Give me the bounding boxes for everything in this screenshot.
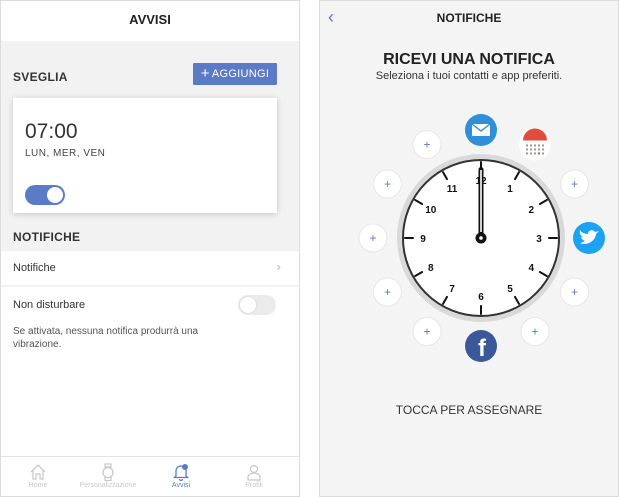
tab-home[interactable]: Home — [8, 457, 68, 496]
tab-label: Personalizzazione — [79, 482, 137, 489]
add-alarm-label: AGGIUNGI — [211, 68, 270, 80]
notifications-row[interactable]: Notifiche › — [1, 251, 299, 285]
add-app-slot-button[interactable]: + — [560, 169, 590, 199]
plus-icon: + — [384, 177, 391, 191]
plus-icon: + — [384, 285, 391, 299]
alarm-card[interactable]: 07:00 LUN, MER, VEN — [13, 98, 277, 213]
notifications-section-title: NOTIFICHE — [13, 230, 81, 244]
tap-to-assign-hint: TOCCA PER ASSEGNARE — [395, 403, 543, 417]
notifications-screen: NOTIFICHE ‹ RICEVI UNA NOTIFICA Selezion… — [319, 0, 619, 497]
alarm-time: 07:00 — [25, 120, 78, 143]
tab-label: Profili — [245, 482, 263, 489]
plus-icon: + — [423, 137, 430, 151]
tab-bar: Home Personalizzazione Avvisi Profili — [1, 456, 299, 496]
toggle-knob — [47, 187, 63, 203]
plus-icon: + — [571, 285, 578, 299]
add-app-slot-button[interactable]: + — [358, 223, 388, 253]
add-alarm-button[interactable]: + AGGIUNGI — [193, 63, 277, 85]
clock-number: 2 — [528, 205, 534, 216]
alarm-days: LUN, MER, VEN — [25, 148, 106, 159]
plus-icon: + — [571, 177, 578, 191]
clock-number: 4 — [528, 263, 534, 274]
clock-number: 6 — [478, 292, 484, 303]
add-app-slot-button[interactable]: + — [372, 169, 402, 199]
svg-text:f: f — [478, 335, 487, 362]
clock-number: 7 — [449, 284, 455, 295]
alerts-screen: AVVISI SVEGLIA + AGGIUNGI 07:00 LUN, MER,… — [0, 0, 300, 497]
clock-number: 10 — [425, 205, 437, 216]
home-icon — [30, 464, 46, 480]
add-app-slot-button[interactable]: + — [412, 129, 442, 159]
notifications-row-label: Notifiche — [13, 262, 56, 274]
calendar-icon[interactable] — [519, 128, 551, 161]
dnd-label: Non disturbare — [13, 299, 86, 311]
add-app-slot-button[interactable]: + — [412, 317, 442, 347]
clock-number: 8 — [428, 263, 434, 274]
alarm-section-title: SVEGLIA — [13, 70, 68, 84]
plus-icon: + — [423, 325, 430, 339]
clock-number: 5 — [507, 284, 513, 295]
dnd-description: Se attivata, nessuna notifica produrrà u… — [13, 326, 199, 350]
tab-label: Home — [28, 482, 48, 489]
clock-number: 9 — [420, 234, 426, 245]
twitter-icon[interactable] — [573, 222, 605, 254]
clock-number: 1 — [507, 184, 513, 195]
chevron-right-icon: › — [276, 259, 281, 274]
mail-icon[interactable] — [465, 114, 497, 146]
screen-title: AVVISI — [1, 1, 299, 41]
add-app-slot-button[interactable]: + — [520, 317, 550, 347]
plus-icon: + — [369, 231, 376, 245]
tab-alerts[interactable]: Avvisi — [151, 457, 211, 496]
clock-assignment-dial: ++++++++ 121234567891011 f — [358, 114, 605, 362]
clock-number: 11 — [447, 184, 458, 195]
plus-icon: + — [200, 65, 210, 82]
facebook-icon[interactable]: f — [465, 330, 497, 362]
add-app-slot-button[interactable]: + — [560, 277, 590, 307]
clock-number: 3 — [536, 234, 542, 245]
tab-personalization[interactable]: Personalizzazione — [78, 457, 138, 496]
watch-icon — [102, 463, 114, 481]
add-app-slot-button[interactable]: + — [372, 277, 402, 307]
bell-icon — [172, 464, 190, 481]
alarm-toggle[interactable] — [25, 185, 65, 205]
tab-label: Avvisi — [171, 482, 191, 489]
dnd-toggle[interactable] — [238, 295, 276, 315]
person-icon — [247, 464, 261, 481]
toggle-knob — [240, 297, 256, 313]
plus-icon: + — [531, 325, 538, 339]
tab-profiles[interactable]: Profili — [224, 457, 284, 496]
